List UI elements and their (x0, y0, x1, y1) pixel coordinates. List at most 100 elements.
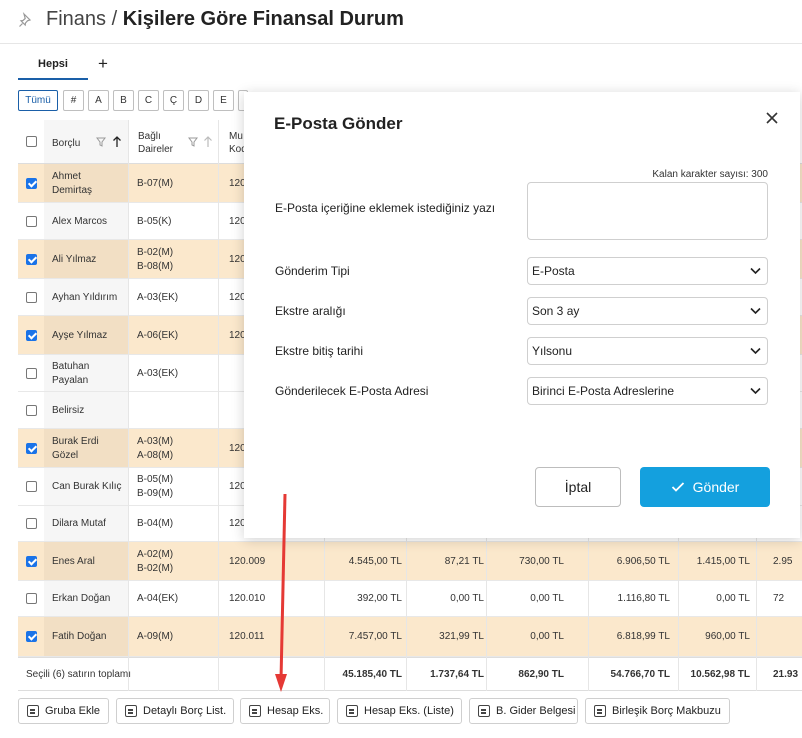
filter-icon[interactable] (96, 137, 106, 147)
close-icon[interactable] (764, 110, 780, 126)
receipt-search-icon (594, 705, 606, 717)
breadcrumb-section[interactable]: Finans (46, 8, 106, 30)
row-checkbox[interactable] (26, 330, 37, 341)
amount-c4: 392,00 TL (357, 593, 402, 604)
amount-c8: 1.415,00 TL (696, 556, 750, 567)
amount-c5: 0,00 TL (450, 593, 484, 604)
pin-icon[interactable] (18, 12, 34, 28)
statement-end-select[interactable]: Yılsonu (527, 337, 768, 365)
add-to-group-button[interactable]: Gruba Ekle (18, 698, 109, 724)
unit-code: A-02(M) (137, 549, 174, 560)
table-row[interactable]: Fatih Doğan A-09(M) 120.011 7.457,00 TL 321,… (18, 617, 802, 657)
letter-filter-item[interactable]: Ç (163, 90, 184, 111)
send-type-value: E-Posta (532, 264, 575, 278)
row-checkbox[interactable] (26, 254, 37, 265)
email-address-select[interactable]: Birinci E-Posta Adreslerine (527, 377, 768, 405)
unit-code-line2: B-02(M) (137, 563, 174, 574)
table-row[interactable]: Erkan Doğan A-04(EK) 120.010 392,00 TL 0,00 … (18, 581, 802, 617)
column-divider (218, 120, 219, 691)
page-title: Finans / Kişilere Göre Finansal Durum (46, 8, 404, 31)
letter-filter-item[interactable]: A (88, 90, 109, 111)
totals-c8: 10.562,98 TL (690, 669, 750, 680)
column-divider (128, 120, 129, 691)
row-checkbox[interactable] (26, 292, 37, 303)
letter-filter-all[interactable]: Tümü (18, 90, 58, 111)
debtor-name: Ayhan Yıldırım (52, 292, 118, 303)
letter-filter-item[interactable]: # (63, 90, 84, 111)
expense-document-label: B. Gider Belgesi (496, 705, 576, 717)
combined-receipt-button[interactable]: Birleşik Borç Makbuzu (585, 698, 730, 724)
sort-ascending-icon[interactable] (112, 136, 122, 148)
breadcrumb-page: Kişilere Göre Finansal Durum (122, 8, 404, 30)
amount-c6: 0,00 TL (530, 593, 564, 604)
account-statement-button[interactable]: Hesap Eks. (240, 698, 330, 724)
totals-label: Seçili (6) satırın toplamı (26, 669, 132, 680)
add-tab-button[interactable]: + (98, 54, 108, 74)
amount-c4: 7.457,00 TL (348, 631, 402, 642)
detailed-debt-list-button[interactable]: Detaylı Borç List. (116, 698, 234, 724)
send-button[interactable]: Gönder (640, 467, 770, 507)
table-row[interactable]: Enes Aral A-02(M) B-02(M) 120.009 4.545,00 T… (18, 542, 802, 581)
row-checkbox[interactable] (26, 178, 37, 189)
row-checkbox[interactable] (26, 443, 37, 454)
totals-c6: 862,90 TL (518, 669, 564, 680)
message-textarea[interactable] (527, 182, 768, 240)
letter-filter-item[interactable]: E (213, 90, 234, 111)
email-send-dialog: E-Posta Gönder Kalan karakter sayısı: 30… (244, 92, 800, 538)
select-all-checkbox[interactable] (26, 136, 37, 147)
statement-range-label: Ekstre aralığı (275, 304, 346, 318)
row-checkbox[interactable] (26, 405, 37, 416)
amount-c7: 1.116,80 TL (617, 593, 670, 604)
send-type-select[interactable]: E-Posta (527, 257, 768, 285)
header-bagli-line2[interactable]: Daireler (138, 143, 173, 156)
debtor-name: Dilara Mutaf (52, 518, 106, 529)
totals-c7: 54.766,70 TL (610, 669, 670, 680)
header-borclu[interactable]: Borçlu (52, 137, 80, 150)
row-checkbox[interactable] (26, 216, 37, 227)
debtor-name: Enes Aral (52, 556, 95, 567)
tab-all[interactable]: Hepsi (18, 52, 88, 80)
debtor-name-line2: Demirtaş (52, 185, 93, 196)
expense-document-button[interactable]: B. Gider Belgesi (469, 698, 578, 724)
debtor-name: Ali Yılmaz (52, 254, 97, 265)
debtor-name: Fatih Doğan (52, 631, 107, 642)
send-type-label: Gönderim Tipi (275, 264, 350, 278)
header-bagli-line1[interactable]: Bağlı (138, 130, 161, 143)
row-checkbox[interactable] (26, 631, 37, 642)
filter-icon[interactable] (188, 137, 198, 147)
totals-c9: 21.93 (773, 669, 799, 680)
row-checkbox[interactable] (26, 556, 37, 567)
row-checkbox[interactable] (26, 368, 37, 379)
account-statement-list-button[interactable]: Hesap Eks. (Liste) (337, 698, 462, 724)
row-checkbox[interactable] (26, 593, 37, 604)
statement-end-label: Ekstre bitiş tarihi (275, 344, 364, 358)
letter-filter-item[interactable]: C (138, 90, 159, 111)
unit-code-line2: B-09(M) (137, 488, 174, 499)
amount-c9: 2.95 (773, 556, 793, 567)
chevron-down-icon (750, 267, 761, 275)
debtor-name-line2: Gözel (52, 450, 79, 461)
unit-code: B-05(K) (137, 216, 172, 227)
amount-c7: 6.906,50 TL (616, 556, 670, 567)
amount-c8: 0,00 TL (716, 593, 750, 604)
totals-c4: 45.185,40 TL (342, 669, 402, 680)
document-icon (249, 705, 261, 717)
statement-range-select[interactable]: Son 3 ay (527, 297, 768, 325)
unit-code: B-02(M) (137, 247, 174, 258)
row-checkbox[interactable] (26, 518, 37, 529)
cancel-button[interactable]: İptal (535, 467, 621, 507)
amount-c8: 960,00 TL (705, 631, 750, 642)
debtor-name: Burak Erdi (52, 436, 99, 447)
chevron-down-icon (750, 307, 761, 315)
group-icon (27, 705, 39, 717)
letter-filter-item[interactable]: B (113, 90, 134, 111)
receipt-icon (478, 705, 490, 717)
row-checkbox[interactable] (26, 481, 37, 492)
header-code-line1[interactable]: Mu (229, 130, 243, 143)
sort-icon[interactable] (203, 136, 213, 148)
account-code: 120.010 (229, 593, 266, 604)
send-button-label: Gönder (692, 479, 740, 495)
chevron-down-icon (750, 347, 761, 355)
letter-filter-item[interactable]: D (188, 90, 209, 111)
breadcrumb-separator: / (106, 8, 123, 30)
